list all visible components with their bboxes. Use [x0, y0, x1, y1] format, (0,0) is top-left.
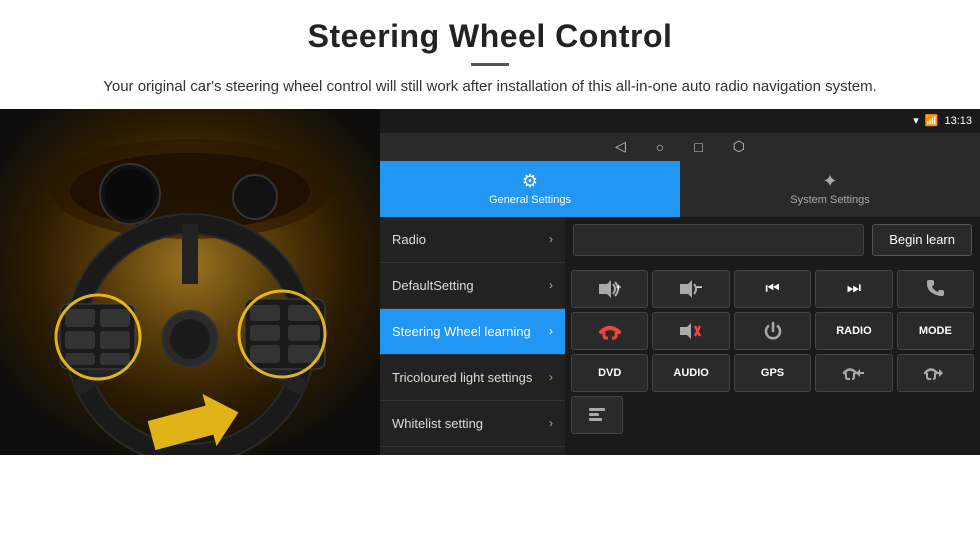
wifi-icon: 📶 [925, 114, 939, 127]
menu-item-tricoloured[interactable]: Tricoloured light settings › [380, 355, 565, 401]
button-row-2: RADIO MODE [571, 312, 974, 350]
begin-learn-row: Begin learn [565, 217, 980, 263]
phone-button[interactable] [897, 270, 974, 308]
nav-bar: ◁ ○ □ ⬡ [380, 133, 980, 161]
chevron-icon-radio: › [549, 232, 553, 246]
menu-default-label: DefaultSetting [392, 278, 474, 293]
audio-button[interactable]: AUDIO [652, 354, 729, 392]
vol-down-button[interactable]: − [652, 270, 729, 308]
gps-button[interactable]: GPS [734, 354, 811, 392]
back-nav-icon[interactable]: ◁ [615, 138, 626, 155]
prev-track-button[interactable]: ⏮ [734, 270, 811, 308]
learn-input[interactable] [573, 224, 864, 256]
hang-up-button[interactable] [571, 312, 648, 350]
menu-item-radio[interactable]: Radio › [380, 217, 565, 263]
menu-radio-label: Radio [392, 232, 426, 247]
tab-system-label: System Settings [790, 194, 869, 206]
next-track-button[interactable]: ⏭ [815, 270, 892, 308]
menu-tricoloured-label: Tricoloured light settings [392, 370, 532, 385]
menu-item-whitelist[interactable]: Whitelist setting › [380, 401, 565, 447]
menu-extra-button[interactable] [571, 396, 623, 434]
left-menu: Radio › DefaultSetting › Steering Wheel … [380, 217, 565, 455]
recent-nav-icon[interactable]: □ [694, 139, 702, 155]
button-row-4 [571, 396, 974, 434]
signal-icon: ▾ [913, 114, 919, 127]
svg-text:−: − [696, 280, 702, 294]
status-time: 13:13 [944, 115, 972, 127]
menu-whitelist-label: Whitelist setting [392, 416, 483, 431]
cast-nav-icon[interactable]: ⬡ [733, 138, 745, 155]
chevron-icon-default: › [549, 278, 553, 292]
chevron-icon-whitelist: › [549, 416, 553, 430]
steering-bg [0, 109, 380, 455]
steering-wheel-image [0, 109, 380, 455]
menu-item-default[interactable]: DefaultSetting › [380, 263, 565, 309]
menu-controls: Radio › DefaultSetting › Steering Wheel … [380, 217, 980, 455]
android-ui: ▾ 📶 13:13 ◁ ○ □ ⬡ ⚙ General Settings ✦ S… [380, 109, 980, 455]
tab-bar: ⚙ General Settings ✦ System Settings [380, 161, 980, 217]
home-nav-icon[interactable]: ○ [656, 139, 664, 155]
radio-button[interactable]: RADIO [815, 312, 892, 350]
button-row-1: + − ⏮ ⏭ [571, 270, 974, 308]
chevron-icon-tricoloured: › [549, 370, 553, 384]
controls-grid: + − ⏮ ⏭ [565, 266, 980, 445]
content-area: ▾ 📶 13:13 ◁ ○ □ ⬡ ⚙ General Settings ✦ S… [0, 109, 980, 455]
mute-button[interactable] [652, 312, 729, 350]
chevron-icon-steering: › [549, 324, 553, 338]
top-section: Steering Wheel Control Your original car… [0, 0, 980, 109]
mode-button[interactable]: MODE [897, 312, 974, 350]
title-divider [471, 63, 509, 66]
system-settings-icon: ✦ [822, 171, 837, 192]
dvd-button[interactable]: DVD [571, 354, 648, 392]
vol-up-button[interactable]: + [571, 270, 648, 308]
tab-general-label: General Settings [489, 194, 571, 206]
status-bar: ▾ 📶 13:13 [380, 109, 980, 133]
svg-text:+: + [616, 282, 621, 292]
menu-item-steering[interactable]: Steering Wheel learning › [380, 309, 565, 355]
general-settings-icon: ⚙ [522, 171, 538, 192]
begin-learn-button[interactable]: Begin learn [872, 224, 972, 256]
subtitle: Your original car's steering wheel contr… [40, 76, 940, 99]
menu-steering-label: Steering Wheel learning [392, 324, 531, 339]
page-title: Steering Wheel Control [40, 18, 940, 55]
right-controls: Begin learn + − ⏮ ⏭ [565, 217, 980, 455]
tel-next-button[interactable] [897, 354, 974, 392]
tab-general[interactable]: ⚙ General Settings [380, 161, 680, 217]
button-row-3: DVD AUDIO GPS [571, 354, 974, 392]
tel-prev-button[interactable] [815, 354, 892, 392]
power-button[interactable] [734, 312, 811, 350]
tab-system[interactable]: ✦ System Settings [680, 161, 980, 217]
